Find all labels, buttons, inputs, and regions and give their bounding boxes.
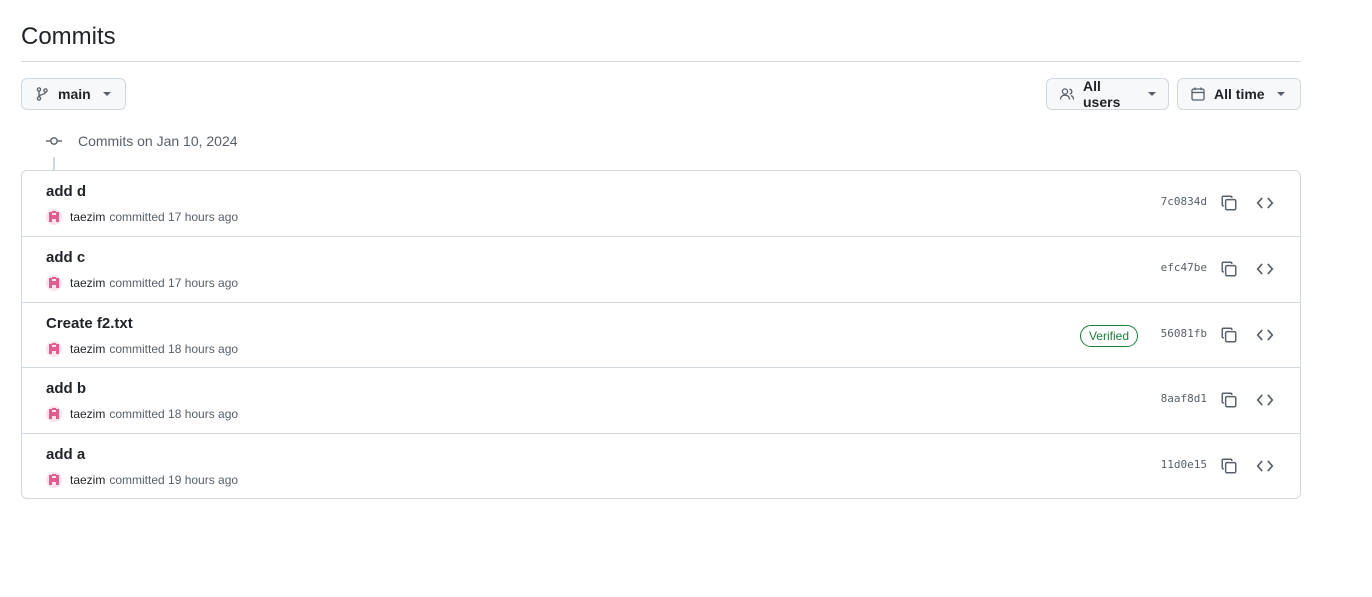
commit-time: committed 18 hours ago [109,341,239,356]
code-icon[interactable] [1255,193,1275,213]
commit-row: add d taezim committed 17 hours ago 7c08… [22,171,1300,236]
commit-list: add d taezim committed 17 hours ago 7c08… [21,170,1301,499]
commit-row: add b taezim committed 18 hours ago 8aaf… [22,367,1300,432]
commit-meta: taezim committed 18 hours ago [46,340,239,357]
author-link[interactable]: taezim [70,210,105,224]
timeline-connector [53,157,55,171]
commit-message-link[interactable]: add a [46,446,85,463]
author-link[interactable]: taezim [70,342,105,356]
people-icon [1059,86,1075,102]
commit-sha-link[interactable]: 8aaf8d1 [1161,392,1207,405]
time-filter-label: All time [1214,86,1265,102]
commit-row: add c taezim committed 17 hours ago efc4… [22,236,1300,301]
commit-row: Create f2.txt taezim committed 18 hours … [22,301,1300,367]
users-filter-label: All users [1083,78,1121,110]
code-icon[interactable] [1255,325,1275,345]
avatar[interactable] [46,275,62,292]
commit-message-link[interactable]: Create f2.txt [46,315,133,332]
commit-meta: taezim committed 19 hours ago [46,471,239,488]
author-link[interactable]: taezim [70,276,105,290]
commit-sha-link[interactable]: efc47be [1161,261,1207,274]
commit-message-link[interactable]: add c [46,249,85,266]
commit-message-link[interactable]: add b [46,380,86,397]
git-commit-icon [44,131,64,151]
copy-icon[interactable] [1219,193,1239,213]
avatar[interactable] [46,209,62,225]
verified-badge[interactable]: Verified [1079,324,1138,347]
commit-time: committed 17 hours ago [109,210,239,224]
timeline-header: Commits on Jan 10, 2024 [44,130,238,152]
git-branch-icon [34,86,50,102]
avatar[interactable] [46,471,62,488]
chevron-down-icon [1148,92,1156,96]
code-icon[interactable] [1255,390,1275,410]
avatar[interactable] [46,340,62,357]
commit-sha-link[interactable]: 7c0834d [1161,195,1207,208]
commit-sha-link[interactable]: 56081fb [1161,327,1207,340]
copy-icon[interactable] [1219,390,1239,410]
copy-icon[interactable] [1219,456,1239,476]
commit-time: committed 19 hours ago [109,472,239,487]
commit-sha-link[interactable]: 11d0e15 [1161,458,1207,471]
commit-meta: taezim committed 18 hours ago [46,406,239,423]
commits-page: Commits main All users All time Commits … [0,0,1372,597]
author-link[interactable]: taezim [70,407,105,421]
commit-meta: taezim committed 17 hours ago [46,209,238,225]
calendar-icon [1190,86,1206,102]
chevron-down-icon [1276,92,1285,96]
commit-time: committed 18 hours ago [109,407,239,422]
chevron-down-icon [102,92,111,96]
commit-time: committed 17 hours ago [109,276,239,291]
commit-message-link[interactable]: add d [46,183,86,200]
branch-selector-button[interactable]: main [21,78,126,110]
code-icon[interactable] [1255,456,1275,476]
users-filter-button[interactable]: All users [1046,78,1169,110]
copy-icon[interactable] [1219,325,1239,345]
time-filter-button[interactable]: All time [1177,78,1301,110]
commit-meta: taezim committed 17 hours ago [46,275,239,292]
commit-row: add a taezim committed 19 hours ago 11d0… [22,432,1300,498]
author-link[interactable]: taezim [70,473,105,487]
title-divider [21,61,1301,62]
branch-label: main [58,86,91,102]
avatar[interactable] [46,406,62,423]
page-title: Commits [21,23,116,50]
copy-icon[interactable] [1219,259,1239,279]
code-icon[interactable] [1255,259,1275,279]
commit-date-label: Commits on Jan 10, 2024 [78,133,238,149]
